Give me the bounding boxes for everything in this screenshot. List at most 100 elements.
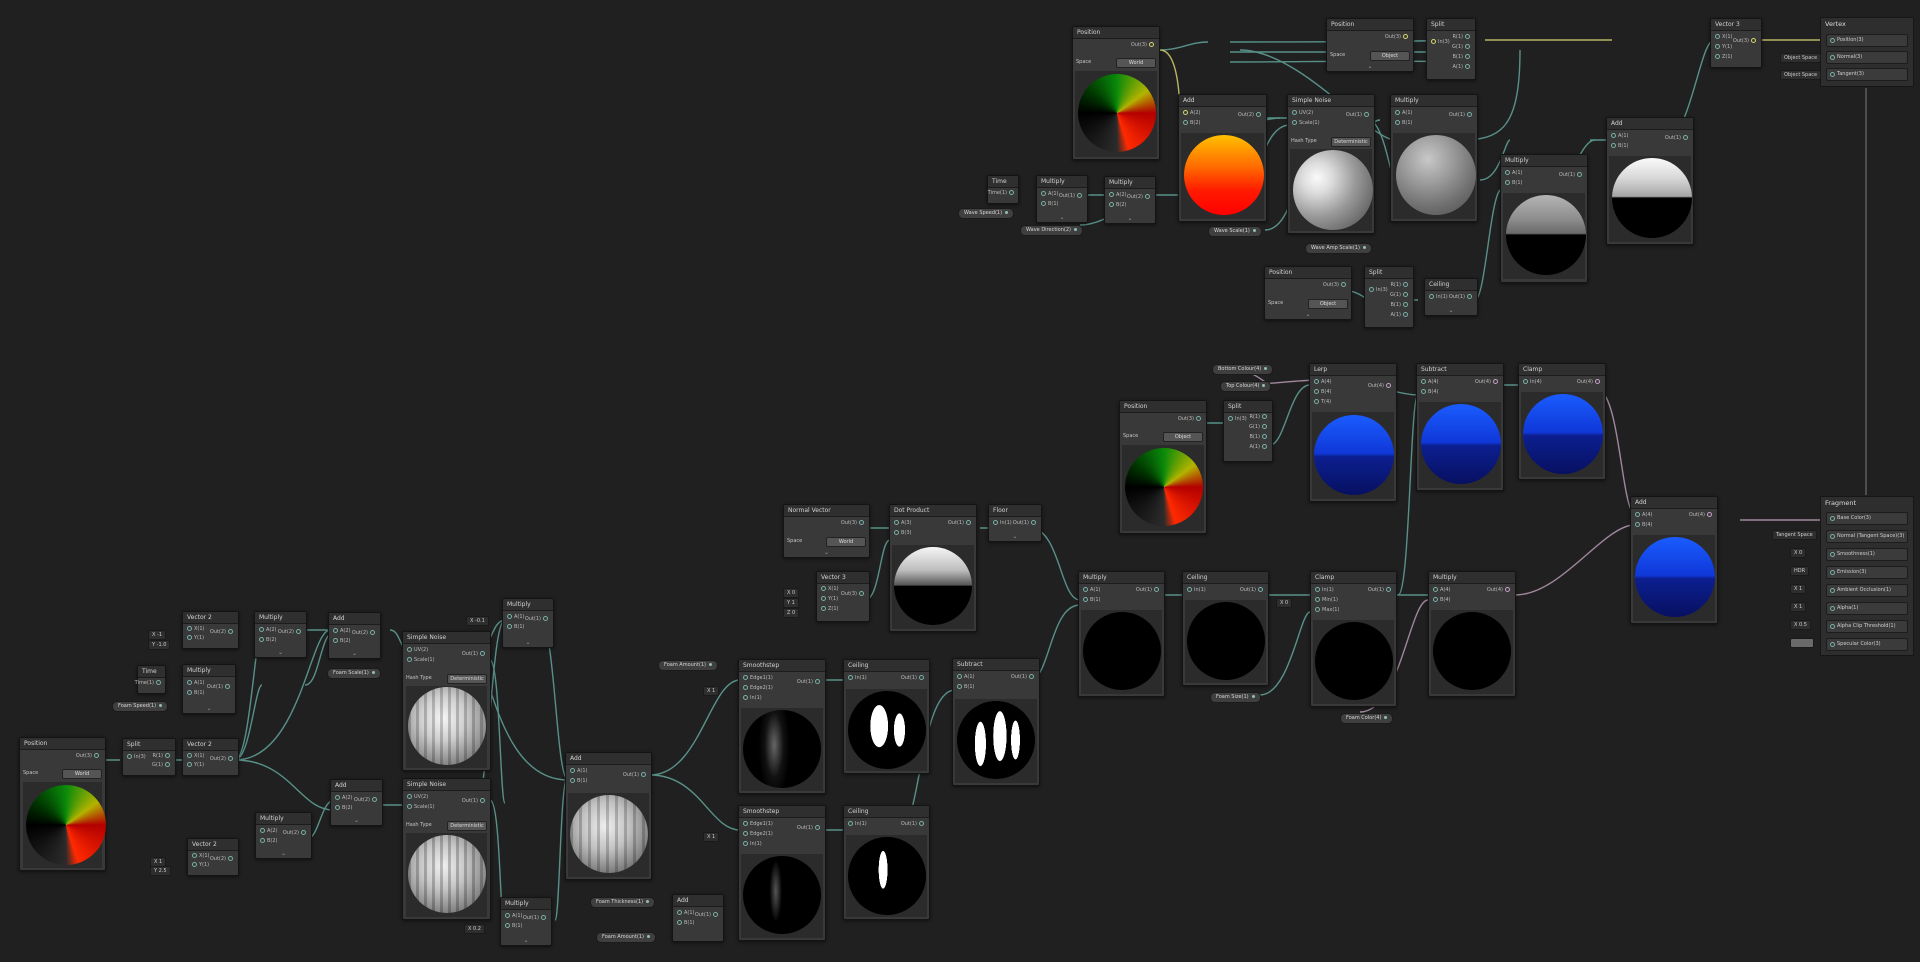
vertex-master-stack[interactable]: Vertex Position(3) Normal(3) Tangent(3) (1820, 17, 1914, 87)
port-b[interactable]: B(1) (1503, 180, 1523, 187)
port-b[interactable]: B(4) (1312, 389, 1332, 396)
port-b[interactable]: B(4) (1431, 597, 1451, 604)
port-in[interactable]: In(1) (1185, 587, 1206, 594)
lerp-node[interactable]: Lerp A(4) B(4) T(4) Out(4) (1309, 363, 1397, 502)
multiply-node-half[interactable]: Multiply A(1) B(1) Out(1) (1500, 154, 1588, 283)
hash-type-dropdown[interactable]: Deterministic (1331, 137, 1371, 147)
port-out[interactable]: Out(3) (841, 591, 866, 598)
fragment-master-stack[interactable]: Fragment Base Color(3) Normal (Tangent S… (1820, 496, 1914, 656)
port-out[interactable]: Out(3) (76, 753, 101, 760)
port-out[interactable]: Out(1) (1559, 172, 1584, 179)
ceiling-node[interactable]: Ceiling In(1) Out(1) (843, 659, 930, 774)
alpha-clip-field[interactable]: X 0.5 (1790, 620, 1811, 630)
port-min[interactable]: Min(1) (1313, 597, 1338, 604)
port-out[interactable]: Out(1) (1449, 294, 1474, 301)
specular-color-swatch[interactable] (1790, 638, 1814, 648)
fragment-alpha-clip-block[interactable]: Alpha Clip Threshold(1) (1826, 620, 1908, 633)
port-a[interactable]: A(1) (1393, 110, 1413, 117)
port-a[interactable]: A(1) (1503, 170, 1523, 177)
port-out[interactable]: Out(3) (1733, 38, 1758, 45)
fragment-smoothness-block[interactable]: Smoothness(1) (1826, 548, 1908, 561)
time-node-top[interactable]: Time Time(1) (987, 175, 1019, 204)
hash-type-dropdown[interactable]: Deterministic (447, 674, 487, 684)
vertex-position-block[interactable]: Position(3) (1826, 34, 1908, 47)
wave-speed-property[interactable]: Wave Speed(1) (958, 208, 1015, 219)
port-out[interactable]: Out(1) (207, 684, 232, 691)
port-b[interactable]: B(2) (331, 638, 351, 645)
position-node-offset[interactable]: Position Out(3) Space Object ⌄ (1264, 266, 1352, 320)
port-out[interactable]: Out(4) (1368, 383, 1393, 390)
port-out[interactable]: Out(1) (1059, 193, 1084, 200)
smoothness-field[interactable]: X 0 (1790, 548, 1807, 558)
smoothstep-node-lower[interactable]: Smoothstep Edge1(1) Edge2(1) In(1) Out(1… (738, 805, 826, 941)
port-a[interactable]: A(1) (503, 913, 523, 920)
port-in[interactable]: In(3) (1429, 39, 1450, 46)
port-b[interactable]: B(1) (185, 690, 205, 697)
port-b[interactable]: B(1) (1393, 120, 1413, 127)
port-out[interactable]: Out(1) (1240, 587, 1265, 594)
port-a[interactable]: A(2) (1107, 192, 1127, 199)
foam-scale-property[interactable]: Foam Scale(1) (327, 668, 381, 679)
collapse-chevron[interactable]: ⌄ (183, 705, 235, 712)
ceiling-node-lower[interactable]: Ceiling In(1) Out(1) (843, 805, 930, 920)
split-node-top-right[interactable]: Split In(3) R(1) G(1) B(1) A(1) (1426, 18, 1476, 80)
simple-noise-node[interactable]: Simple Noise UV(2) Scale(1) Out(1) Hash … (402, 631, 491, 771)
port-out[interactable]: Out(4) (1689, 512, 1714, 519)
port-r[interactable]: R(1) (152, 753, 172, 760)
multiply-node-top-a[interactable]: Multiply A(1) B(1) Out(1) ⌄ (1036, 175, 1088, 223)
port-a[interactable]: A(2) (257, 627, 277, 634)
port-out[interactable]: Out(2) (210, 756, 235, 763)
multiply-node[interactable]: Multiply A(1) B(1) Out(1) ⌄ (182, 664, 236, 714)
split-node[interactable]: Split In(3) R(1) G(1) (122, 738, 176, 776)
port-out[interactable]: Out(2) (1127, 194, 1152, 201)
port-x[interactable]: X(1) (190, 853, 210, 860)
multiply-node-a[interactable]: Multiply A(1) B(1) Out(1) ⌄ (502, 598, 554, 648)
foam-thickness-property[interactable]: Foam Thickness(1) (590, 897, 656, 908)
top-colour-property[interactable]: Top Colour(4) (1220, 381, 1272, 392)
multiply-node-b[interactable]: Multiply A(1) B(1) Out(1) ⌄ (500, 897, 552, 946)
port-out[interactable]: Out(3) (1178, 416, 1203, 423)
port-a[interactable]: A(4) (1312, 379, 1332, 386)
multiply-node-mask[interactable]: Multiply A(1) B(1) Out(1) (1078, 571, 1165, 697)
alpha-field[interactable]: X 1 (1790, 602, 1807, 612)
port-a[interactable]: A(1) (1249, 444, 1269, 451)
vector-y-field[interactable]: Y -1.0 (148, 640, 171, 650)
port-out[interactable]: Out(1) (1449, 112, 1474, 119)
vector2-node-upper[interactable]: Vector 2 X(1) Y(1) Out(2) (182, 611, 239, 649)
port-a[interactable]: A(2) (331, 628, 351, 635)
port-a[interactable]: A(2) (333, 795, 353, 802)
port-in[interactable]: In(4) (1521, 379, 1542, 386)
port-z[interactable]: Z(1) (819, 606, 839, 613)
port-x[interactable]: X(1) (819, 586, 839, 593)
add-node-final[interactable]: Add A(4) B(4) Out(4) (1630, 496, 1718, 624)
port-a[interactable]: A(1) (568, 768, 588, 775)
space-dropdown[interactable]: Object (1163, 432, 1203, 442)
port-out[interactable]: Out(1) (901, 675, 926, 682)
port-in[interactable]: In(1) (741, 695, 762, 702)
split-node-middle[interactable]: Split In(3) R(1) G(1) B(1) A(1) (1223, 400, 1273, 462)
multiply-node-upper[interactable]: Multiply A(2) B(2) Out(2) ⌄ (254, 611, 307, 658)
collapse-chevron[interactable]: ⌄ (503, 639, 553, 646)
port-out[interactable]: Out(1) (462, 651, 487, 658)
port-in[interactable]: In(3) (1226, 416, 1247, 423)
foam-speed-property[interactable]: Foam Speed(1) (112, 701, 169, 712)
collapse-chevron[interactable]: ⌄ (331, 817, 382, 824)
multiply-node-top-b[interactable]: Multiply A(2) B(2) Out(2) ⌄ (1104, 176, 1156, 224)
port-b[interactable]: B(2) (1107, 202, 1127, 209)
port-in[interactable]: In(3) (125, 754, 146, 761)
position-node-top-right[interactable]: Position Out(3) Space Object ⌄ (1326, 18, 1414, 72)
multiply-b-field[interactable]: X -0.1 (466, 616, 489, 626)
port-out[interactable]: Out(4) (1475, 379, 1500, 386)
port-uv[interactable]: UV(2) (405, 647, 428, 654)
bottom-colour-property[interactable]: Bottom Colour(4) (1212, 364, 1274, 375)
port-x[interactable]: X(1) (1713, 34, 1733, 41)
port-out[interactable]: Out(1) (1368, 587, 1393, 594)
port-r[interactable]: R(1) (1452, 34, 1472, 41)
port-b[interactable]: B(4) (1419, 389, 1439, 396)
port-edge1[interactable]: Edge1(1) (741, 675, 773, 682)
vertex-normal-block[interactable]: Normal(3) (1826, 51, 1908, 64)
vector-x-field[interactable]: X -1 (148, 630, 166, 640)
port-out[interactable]: Out(1) (695, 912, 720, 919)
port-in[interactable]: In(1) (991, 520, 1012, 527)
port-out[interactable]: Out(2) (283, 830, 308, 837)
